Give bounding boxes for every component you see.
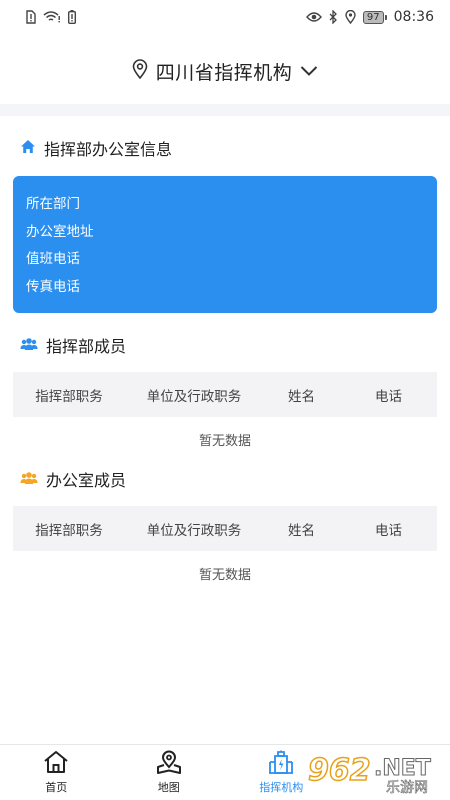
command-members-empty: 暂无数据 [198,434,251,449]
battery-alert-icon [68,10,76,24]
home-icon [20,139,36,158]
office-info-title-text: 指挥部办公室信息 [44,140,173,159]
column-header-unit: 单位及行政职务 [146,522,242,539]
building-icon [268,750,294,777]
map-pin-icon [156,750,182,777]
column-header-role: 指挥部职务 [35,388,103,405]
nav-label-command: 指挥机构 [259,781,304,794]
group-icon [20,336,38,355]
column-header-name: 姓名 [288,388,315,405]
command-members-table-header: 指挥部职务 单位及行政职务 姓名 电话 [13,372,437,417]
page-title: 四川省指挥机构 [155,61,293,84]
battery-tip [384,14,387,20]
bluetooth-icon [329,10,338,24]
info-row-fax: 传真电话 [26,278,80,295]
command-members-title-text: 指挥部成员 [46,337,127,356]
home-icon [43,750,69,777]
region-selector[interactable]: 四川省指挥机构 [0,44,450,98]
battery-indicator: 97 [362,10,387,24]
info-row-address: 办公室地址 [26,223,94,240]
location-pin-icon [132,59,148,83]
watermark-logo: 962 .NET 乐游网 [304,746,444,796]
nav-item-home[interactable]: 首页 [0,745,113,800]
office-members-title: 办公室成员 [20,467,126,491]
eye-icon [305,11,322,23]
group-icon [20,470,38,489]
status-bar: 97 08:36 [0,0,450,34]
status-left [26,10,76,24]
status-right: 97 08:36 [305,9,434,25]
svg-text:962: 962 [308,753,371,788]
battery-level: 97 [362,10,384,24]
column-header-phone: 电话 [375,388,402,405]
status-time: 08:36 [393,9,434,25]
office-info-title: 指挥部办公室信息 [20,136,172,160]
office-info-card: 所在部门 办公室地址 值班电话 传真电话 [13,176,437,313]
office-members-empty: 暂无数据 [198,568,251,583]
header-divider [0,104,450,116]
column-header-name: 姓名 [288,522,315,539]
column-header-role: 指挥部职务 [35,522,103,539]
sim-alert-icon [26,10,36,24]
svg-text:乐游网: 乐游网 [386,780,428,796]
nav-item-map[interactable]: 地图 [113,745,226,800]
nav-label-home: 首页 [45,781,68,794]
info-row-duty-phone: 值班电话 [26,251,80,267]
svg-text:.NET: .NET [374,756,431,781]
column-header-phone: 电话 [375,522,402,539]
location-icon [345,10,356,24]
wifi-alert-icon [43,10,61,24]
office-members-table-header: 指挥部职务 单位及行政职务 姓名 电话 [13,506,437,551]
info-row-department: 所在部门 [26,196,80,212]
nav-label-map: 地图 [157,781,180,794]
chevron-down-icon [300,62,318,81]
command-members-title: 指挥部成员 [20,333,126,357]
column-header-unit: 单位及行政职务 [146,388,242,405]
office-members-title-text: 办公室成员 [46,471,127,490]
